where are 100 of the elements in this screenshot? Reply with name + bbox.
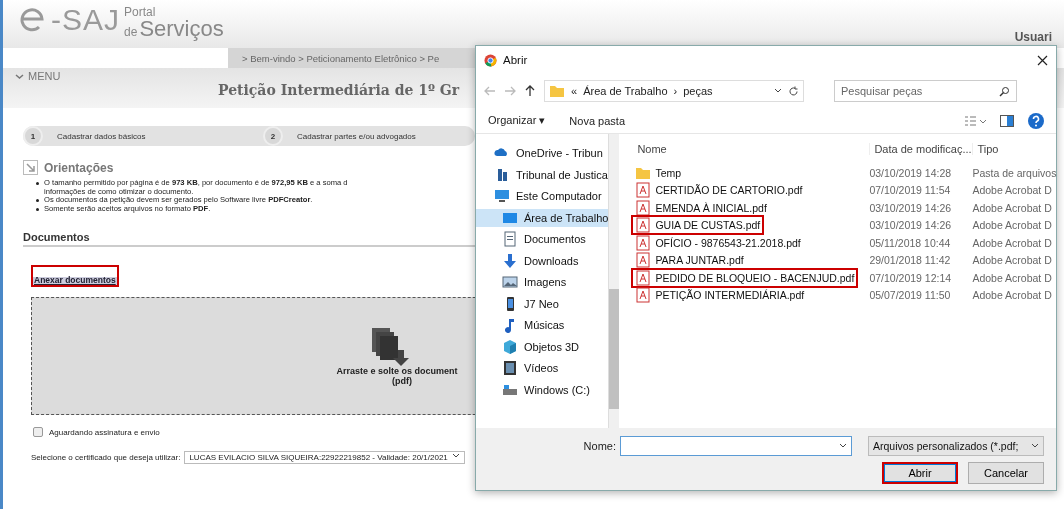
help-icon[interactable] [1028, 112, 1044, 129]
pdf-file-icon [635, 182, 652, 199]
chevron-icon [15, 71, 24, 81]
bullet-icon [36, 182, 39, 185]
scrollbar-thumb[interactable] [609, 289, 620, 409]
field-label: Selecione o certificado que deseja utilizar: [31, 453, 181, 463]
checkbox[interactable] [33, 427, 43, 438]
dialog-button[interactable]: Cancelar [968, 462, 1044, 484]
file-type: Adobe Acrobat D [972, 289, 1053, 302]
column-header[interactable]: Data de modificaç... [869, 143, 973, 155]
address-bar[interactable]: « Área de Trabalho › peças [544, 80, 804, 102]
file-type-select[interactable]: Arquivos personalizados (*.pdf; [868, 436, 1044, 456]
file-type: Pasta de arquivos [972, 166, 1057, 179]
column-header[interactable]: Nome [633, 143, 870, 155]
field-label: Nome: [583, 440, 616, 452]
file-type: Adobe Acrobat D [972, 184, 1053, 197]
close-icon[interactable] [1037, 54, 1048, 66]
logo-subtitle: de [124, 26, 138, 38]
section-title: Documentos [23, 231, 475, 248]
file-date: 07/10/2019 12:14 [869, 271, 953, 284]
image-icon [502, 274, 518, 291]
dialog-button[interactable]: Abrir [882, 462, 958, 484]
arrow-icon [23, 160, 38, 175]
documents-icon [370, 326, 412, 367]
pdf-file-icon [635, 217, 652, 234]
download-icon [502, 252, 518, 269]
column-header[interactable]: Tipo [972, 143, 1057, 155]
file-name[interactable]: EMENDA À INICIAL.pdf [633, 199, 769, 216]
file-name[interactable]: CERTIDÃO DE CARTORIO.pdf [633, 182, 805, 199]
menu-toggle[interactable]: MENU [3, 68, 218, 82]
pdf-file-icon [635, 252, 652, 269]
section-title: Orientações [44, 160, 114, 175]
cube-icon [502, 338, 518, 355]
pdf-file-icon [635, 287, 652, 304]
logo-text: -SAJ [51, 4, 120, 36]
nav-item[interactable]: Área de Trabalho [476, 208, 609, 227]
computer-icon [494, 188, 510, 205]
toolbar-button[interactable]: Organizar ▾ [488, 114, 546, 127]
file-date: 05/11/2018 10:44 [869, 236, 952, 249]
file-type: Adobe Acrobat D [972, 236, 1053, 249]
drop-zone-text: Arraste e solte os document [335, 366, 459, 377]
nav-item[interactable]: Tribunal de Justica [476, 165, 609, 184]
step-label: Cadastrar partes e/ou advogados [297, 131, 416, 141]
search-field[interactable]: Pesquisar peças [834, 80, 1017, 102]
file-type: Adobe Acrobat D [972, 219, 1053, 232]
page-title: Petição Intermediária de 1º Gr [218, 82, 460, 98]
back-icon[interactable] [484, 85, 496, 97]
nav-item[interactable]: Imagens [476, 273, 609, 292]
user-link[interactable]: Usuari [1014, 30, 1052, 44]
drop-zone-text: (pdf) [391, 376, 413, 387]
view-icon[interactable] [964, 114, 986, 127]
pdf-file-icon [635, 234, 652, 251]
bullet-icon [36, 207, 39, 211]
up-icon[interactable] [524, 85, 536, 97]
file-date: 03/10/2019 14:26 [869, 201, 953, 214]
bullet-icon [36, 199, 39, 203]
preview-pane-icon[interactable] [1000, 114, 1014, 127]
file-date: 03/10/2019 14:26 [869, 219, 953, 232]
pdf-file-icon [635, 269, 652, 286]
logo-subtitle: Portal [124, 6, 157, 18]
caret-icon [451, 453, 460, 460]
chevron-icon [839, 443, 847, 449]
breadcrumb: > Bem-vindo > Peticionamento Eletrônico > Pe [228, 48, 478, 68]
dialog-title: Abrir [503, 54, 529, 66]
checkbox-label: Aguardando assinatura e envio [49, 427, 160, 437]
file-type: Adobe Acrobat D [972, 254, 1053, 267]
certificate-select[interactable]: LUCAS EVILACIO SILVA SIQUEIRA:22922219852 - Validade: 20/1/2021 [184, 451, 465, 465]
forward-icon[interactable] [504, 85, 516, 97]
video-icon [502, 360, 518, 377]
chevron-icon [774, 88, 782, 94]
attach-button[interactable]: Anexar documentos [31, 265, 119, 288]
step-number: 2 [263, 126, 283, 146]
step-number: 1 [23, 126, 43, 146]
nav-item[interactable]: Este Computador [476, 187, 609, 206]
folder-icon [549, 83, 565, 99]
browser-icon [484, 53, 497, 67]
file-name[interactable]: PARA JUNTAR.pdf [633, 252, 746, 269]
file-date: 29/01/2018 11:42 [869, 254, 952, 267]
search-icon [999, 85, 1010, 97]
nav-item[interactable]: Documentos [476, 230, 609, 249]
nav-item[interactable]: OneDrive - Tribun [476, 144, 609, 163]
file-date: 05/07/2019 11:50 [869, 289, 952, 302]
file-name[interactable]: OFÍCIO - 9876543-21.2018.pdf [633, 234, 803, 251]
file-name[interactable]: PETIÇÃO INTERMEDIÁRIA.pdf [633, 287, 807, 304]
file-name[interactable]: Temp [633, 164, 684, 181]
chevron-icon [1031, 443, 1039, 449]
pdf-file-icon [635, 199, 652, 216]
toolbar-button[interactable]: Nova pasta [569, 114, 625, 127]
file-name[interactable]: PEDIDO DE BLOQUEIO - BACENJUD.pdf [633, 269, 857, 286]
file-date: 07/10/2019 11:54 [869, 184, 952, 197]
file-name-field[interactable] [620, 436, 852, 456]
logo-subtitle: Serviços [139, 18, 224, 40]
nav-item[interactable]: Downloads [476, 251, 609, 270]
document-icon [502, 231, 518, 248]
file-type: Adobe Acrobat D [972, 201, 1053, 214]
step-label: Cadastrar dados básicos [57, 131, 146, 141]
file-type: Adobe Acrobat D [972, 271, 1053, 284]
file-date: 03/10/2019 14:28 [869, 166, 953, 179]
file-name[interactable]: GUIA DE CUSTAS.pdf [633, 217, 763, 234]
refresh-icon[interactable] [788, 85, 799, 97]
